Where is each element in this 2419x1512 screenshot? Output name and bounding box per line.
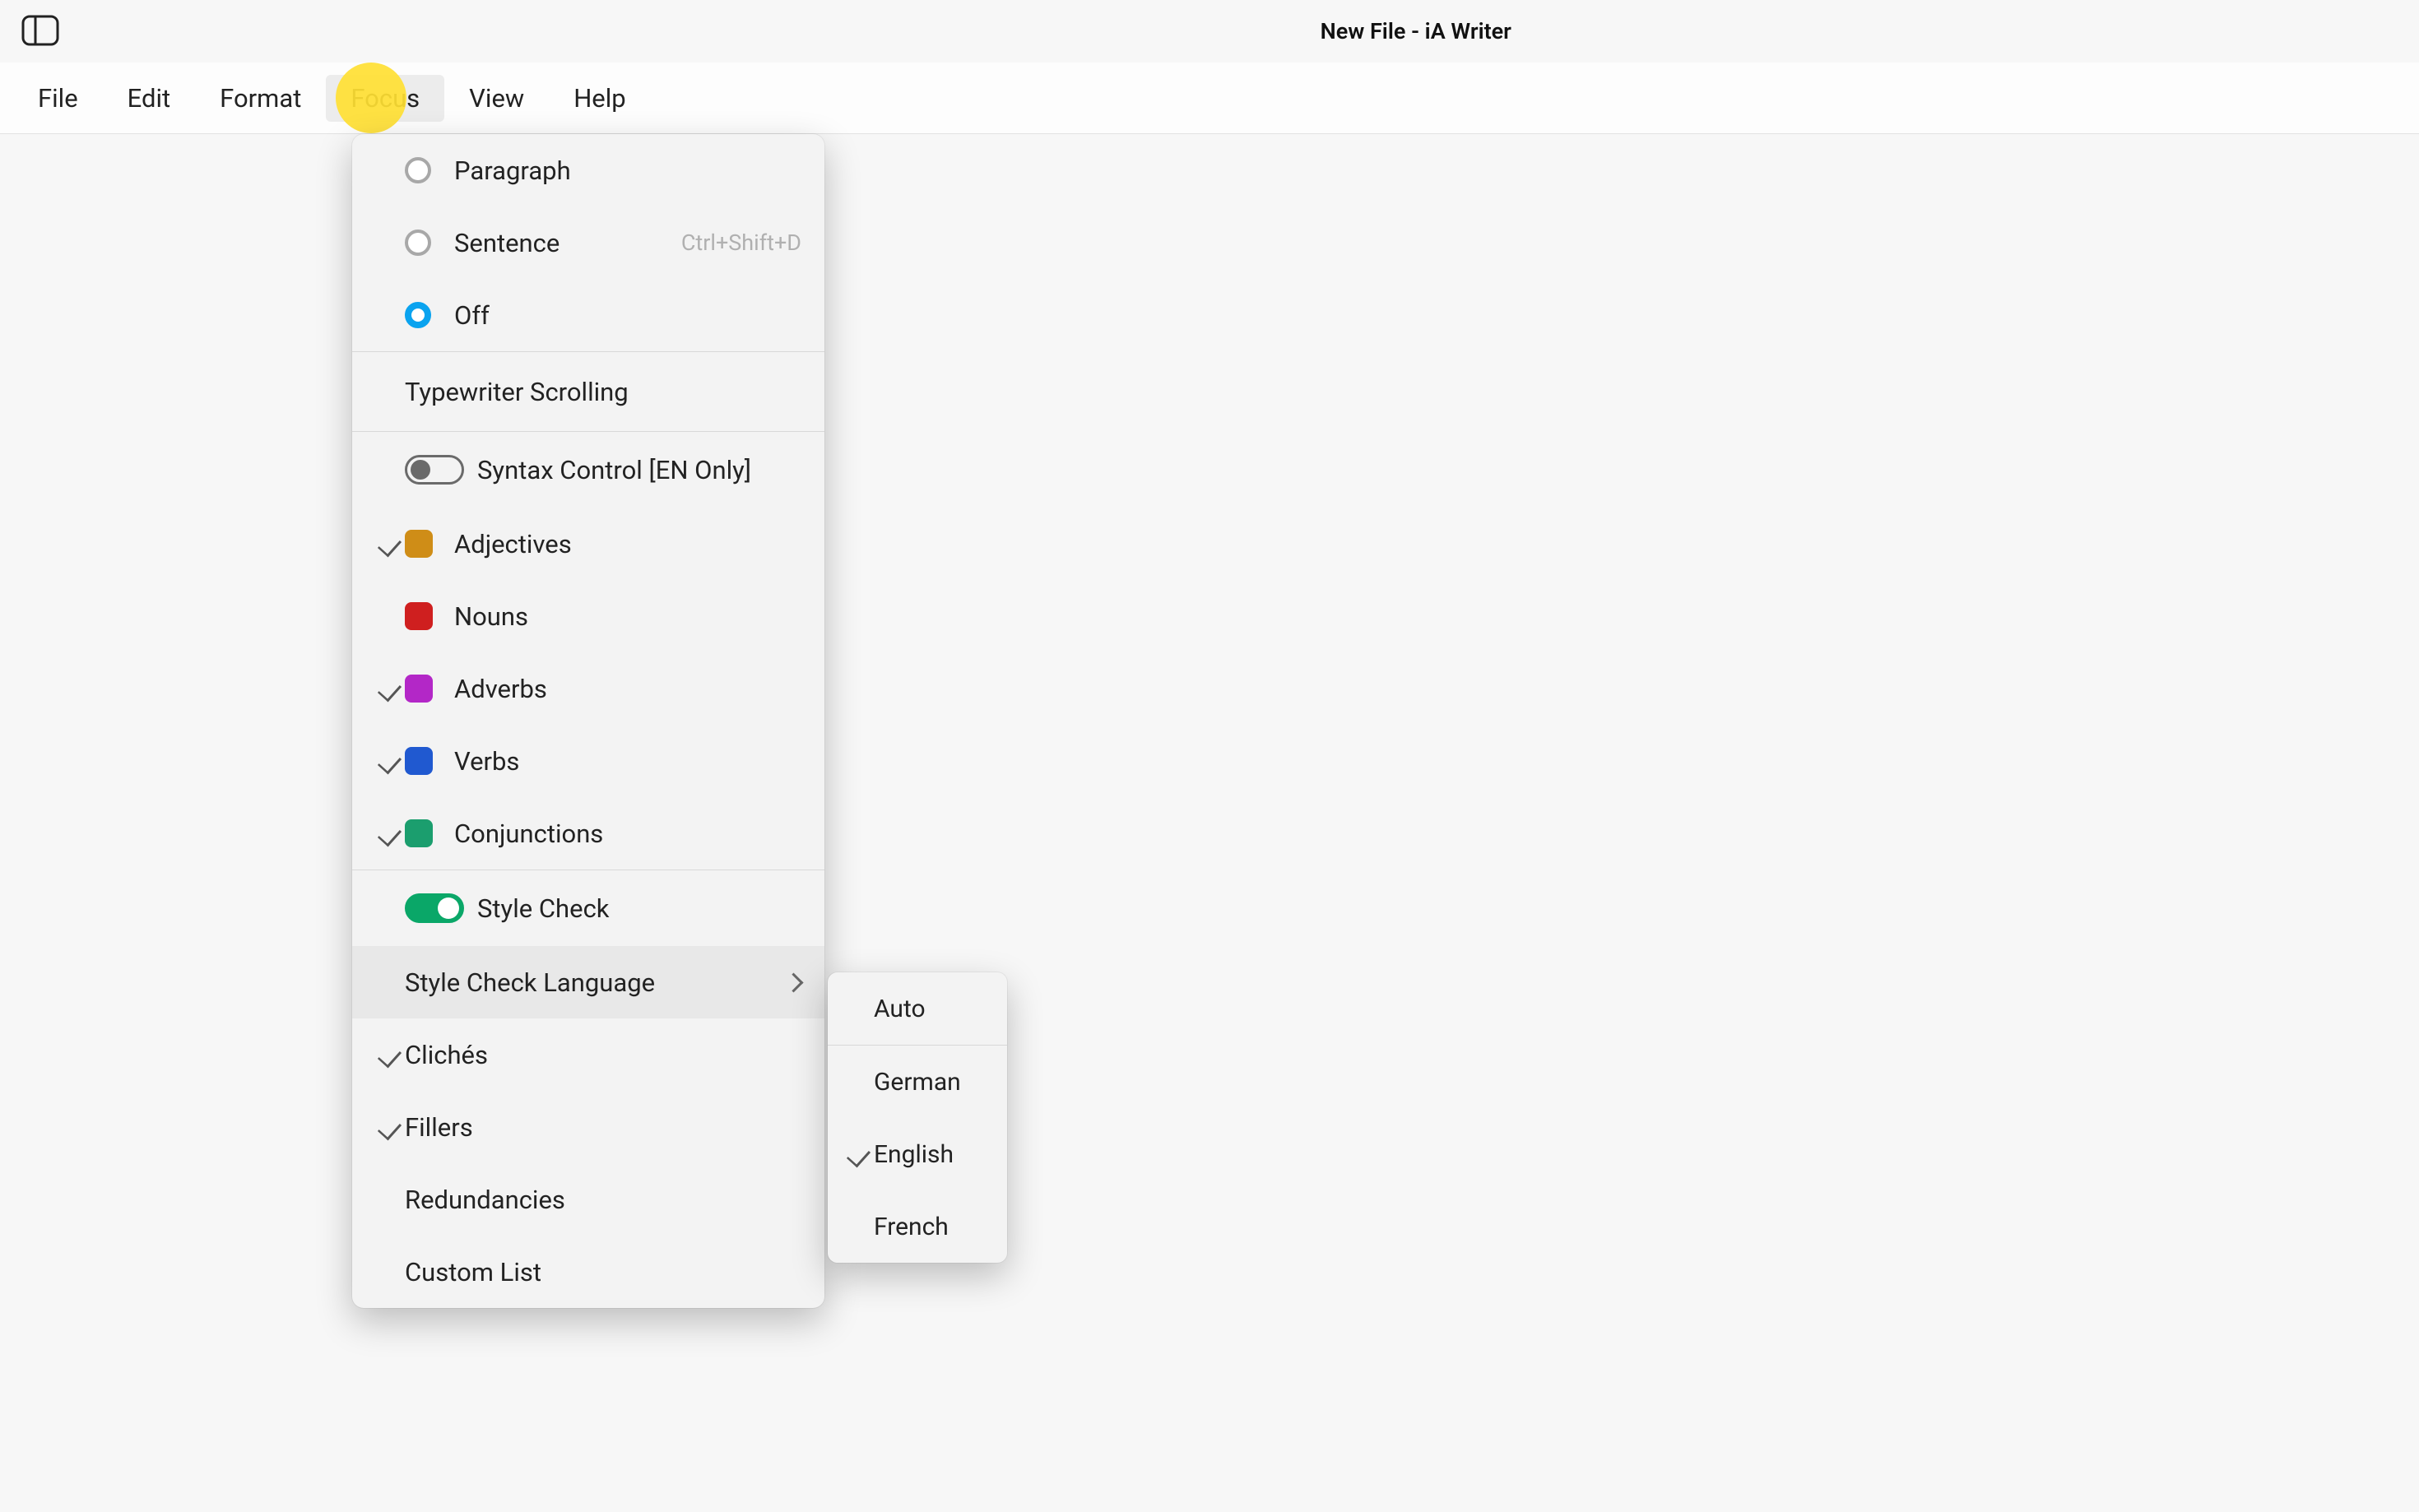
style-check-language-submenu: Auto German English French	[828, 972, 1007, 1263]
check-icon	[379, 823, 401, 844]
style-cliches[interactable]: Clichés	[352, 1018, 824, 1091]
menu-item-label: Adverbs	[454, 674, 801, 704]
radio-selected-icon	[405, 302, 431, 328]
menu-item-shortcut: Ctrl+Shift+D	[681, 230, 801, 256]
check-icon	[848, 1143, 870, 1165]
menu-view[interactable]: View	[444, 75, 549, 122]
typewriter-scrolling[interactable]: Typewriter Scrolling	[352, 352, 824, 431]
style-redundancies[interactable]: Redundancies	[352, 1163, 824, 1236]
menu-item-label: Adjectives	[454, 529, 801, 559]
style-custom-list[interactable]: Custom List	[352, 1236, 824, 1308]
syntax-verbs[interactable]: Verbs	[352, 725, 824, 797]
title-bar: New File - iA Writer	[0, 0, 2419, 63]
menu-focus[interactable]: Focus	[326, 75, 444, 122]
menu-item-label: Redundancies	[405, 1185, 801, 1215]
radio-icon	[405, 157, 431, 183]
menu-help[interactable]: Help	[549, 75, 651, 122]
menu-item-label: Conjunctions	[454, 819, 801, 849]
color-swatch-icon	[405, 602, 433, 630]
focus-mode-paragraph[interactable]: Paragraph	[352, 134, 824, 206]
check-icon	[379, 750, 401, 772]
toggle-off-icon	[405, 455, 464, 485]
syntax-conjunctions[interactable]: Conjunctions	[352, 797, 824, 870]
menu-item-label: Typewriter Scrolling	[405, 377, 801, 407]
lang-french[interactable]: French	[828, 1190, 1007, 1263]
lang-english[interactable]: English	[828, 1118, 1007, 1190]
style-fillers[interactable]: Fillers	[352, 1091, 824, 1163]
syntax-adverbs[interactable]: Adverbs	[352, 652, 824, 725]
menu-item-label: Verbs	[454, 746, 801, 777]
focus-menu-popup: Paragraph Sentence Ctrl+Shift+D Off Type…	[352, 134, 824, 1308]
check-icon	[379, 533, 401, 554]
check-icon	[379, 1116, 401, 1138]
menu-item-label: Fillers	[405, 1112, 801, 1143]
style-check-language[interactable]: Style Check Language	[352, 946, 824, 1018]
sidebar-icon	[21, 15, 59, 46]
menu-item-label: Custom List	[405, 1257, 801, 1287]
menu-item-label: Off	[454, 300, 801, 331]
focus-mode-sentence[interactable]: Sentence Ctrl+Shift+D	[352, 206, 824, 279]
menu-item-label: Style Check	[477, 893, 801, 924]
sidebar-toggle-button[interactable]	[21, 15, 59, 46]
color-swatch-icon	[405, 819, 433, 847]
color-swatch-icon	[405, 675, 433, 703]
lang-auto[interactable]: Auto	[828, 972, 1007, 1045]
syntax-adjectives[interactable]: Adjectives	[352, 508, 824, 580]
color-swatch-icon	[405, 530, 433, 558]
style-check-toggle[interactable]: Style Check	[352, 870, 824, 946]
menu-item-label: German	[874, 1068, 991, 1097]
check-icon	[379, 678, 401, 699]
menu-file[interactable]: File	[13, 75, 103, 122]
menu-item-label: Style Check Language	[405, 967, 782, 998]
menu-item-label: Clichés	[405, 1040, 801, 1070]
menu-item-label: Syntax Control [EN Only]	[477, 455, 801, 485]
radio-icon	[405, 230, 431, 256]
syntax-control-toggle[interactable]: Syntax Control [EN Only]	[352, 432, 824, 508]
menu-format[interactable]: Format	[195, 75, 326, 122]
lang-german[interactable]: German	[828, 1046, 1007, 1118]
check-icon	[379, 1044, 401, 1065]
syntax-nouns[interactable]: Nouns	[352, 580, 824, 652]
menu-item-label: Paragraph	[454, 155, 801, 186]
menu-bar: File Edit Format Focus View Help	[0, 63, 2419, 134]
menu-item-label: French	[874, 1213, 991, 1241]
window-title: New File - iA Writer	[1321, 18, 1511, 44]
menu-item-label: English	[874, 1140, 991, 1169]
chevron-right-icon	[785, 974, 801, 990]
menu-item-label: Auto	[874, 995, 991, 1023]
focus-mode-off[interactable]: Off	[352, 279, 824, 351]
menu-item-label: Sentence	[454, 228, 681, 258]
toggle-on-icon	[405, 893, 464, 923]
menu-edit[interactable]: Edit	[103, 75, 196, 122]
menu-item-label: Nouns	[454, 601, 801, 632]
color-swatch-icon	[405, 747, 433, 775]
